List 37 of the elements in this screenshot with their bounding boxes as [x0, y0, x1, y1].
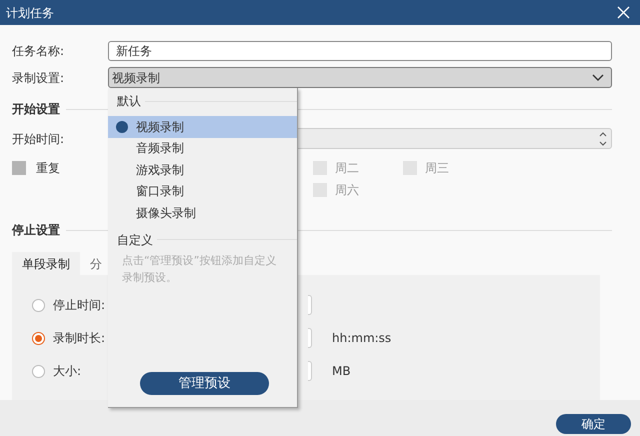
manage-presets-button[interactable]: 管理预设 — [140, 372, 269, 395]
radio-label: 停止时间: — [53, 297, 106, 314]
checkbox-label: 周六 — [335, 182, 359, 199]
field-label: 录制设置: — [12, 70, 66, 86]
close-icon[interactable] — [617, 6, 630, 19]
chevron-icon — [592, 74, 604, 82]
menu-item[interactable]: 音频录制 — [108, 138, 297, 159]
group-title: 默认 — [117, 93, 141, 110]
window-title: 计划任务 — [6, 4, 54, 22]
tab[interactable]: 单段录制 — [12, 252, 80, 275]
task-name-field[interactable]: 新任务 — [108, 40, 612, 60]
section-title: 开始设置 — [12, 101, 60, 118]
group-title: 自定义 — [117, 232, 153, 248]
ok-button[interactable]: 确定 — [556, 414, 631, 434]
unit-label: hh:mm:ss — [332, 330, 392, 347]
menu-item[interactable]: 摄像头录制 — [108, 202, 297, 224]
unit-label: MB — [332, 363, 351, 380]
hint-text: 点击“管理预设”按钮添加自定义录制预设。 — [121, 252, 278, 286]
menu-item[interactable]: 游戏录制 — [108, 159, 297, 180]
section-title: 停止设置 — [12, 222, 60, 239]
radio-button[interactable] — [32, 364, 45, 378]
checkbox-label: 周二 — [335, 160, 359, 177]
input-field[interactable] — [308, 361, 312, 381]
radio-label: 大小: — [53, 363, 82, 380]
menu-item[interactable]: 视频录制 — [108, 116, 297, 138]
radio-label: 录制时长: — [53, 330, 106, 347]
input-field[interactable] — [308, 328, 312, 348]
recording-setting-dropdown[interactable]: 视频录制 — [108, 67, 612, 88]
radio-button[interactable] — [32, 298, 45, 312]
repeat-checkbox[interactable] — [12, 161, 26, 175]
checkbox-label: 重复 — [36, 160, 60, 177]
input-field[interactable] — [308, 295, 312, 315]
radio-button[interactable] — [32, 332, 45, 344]
field-label: 任务名称: — [12, 42, 66, 60]
checkbox-label: 周三 — [425, 160, 449, 177]
field-label: 开始时间: — [12, 130, 66, 148]
menu-item[interactable]: 窗口录制 — [108, 180, 297, 202]
